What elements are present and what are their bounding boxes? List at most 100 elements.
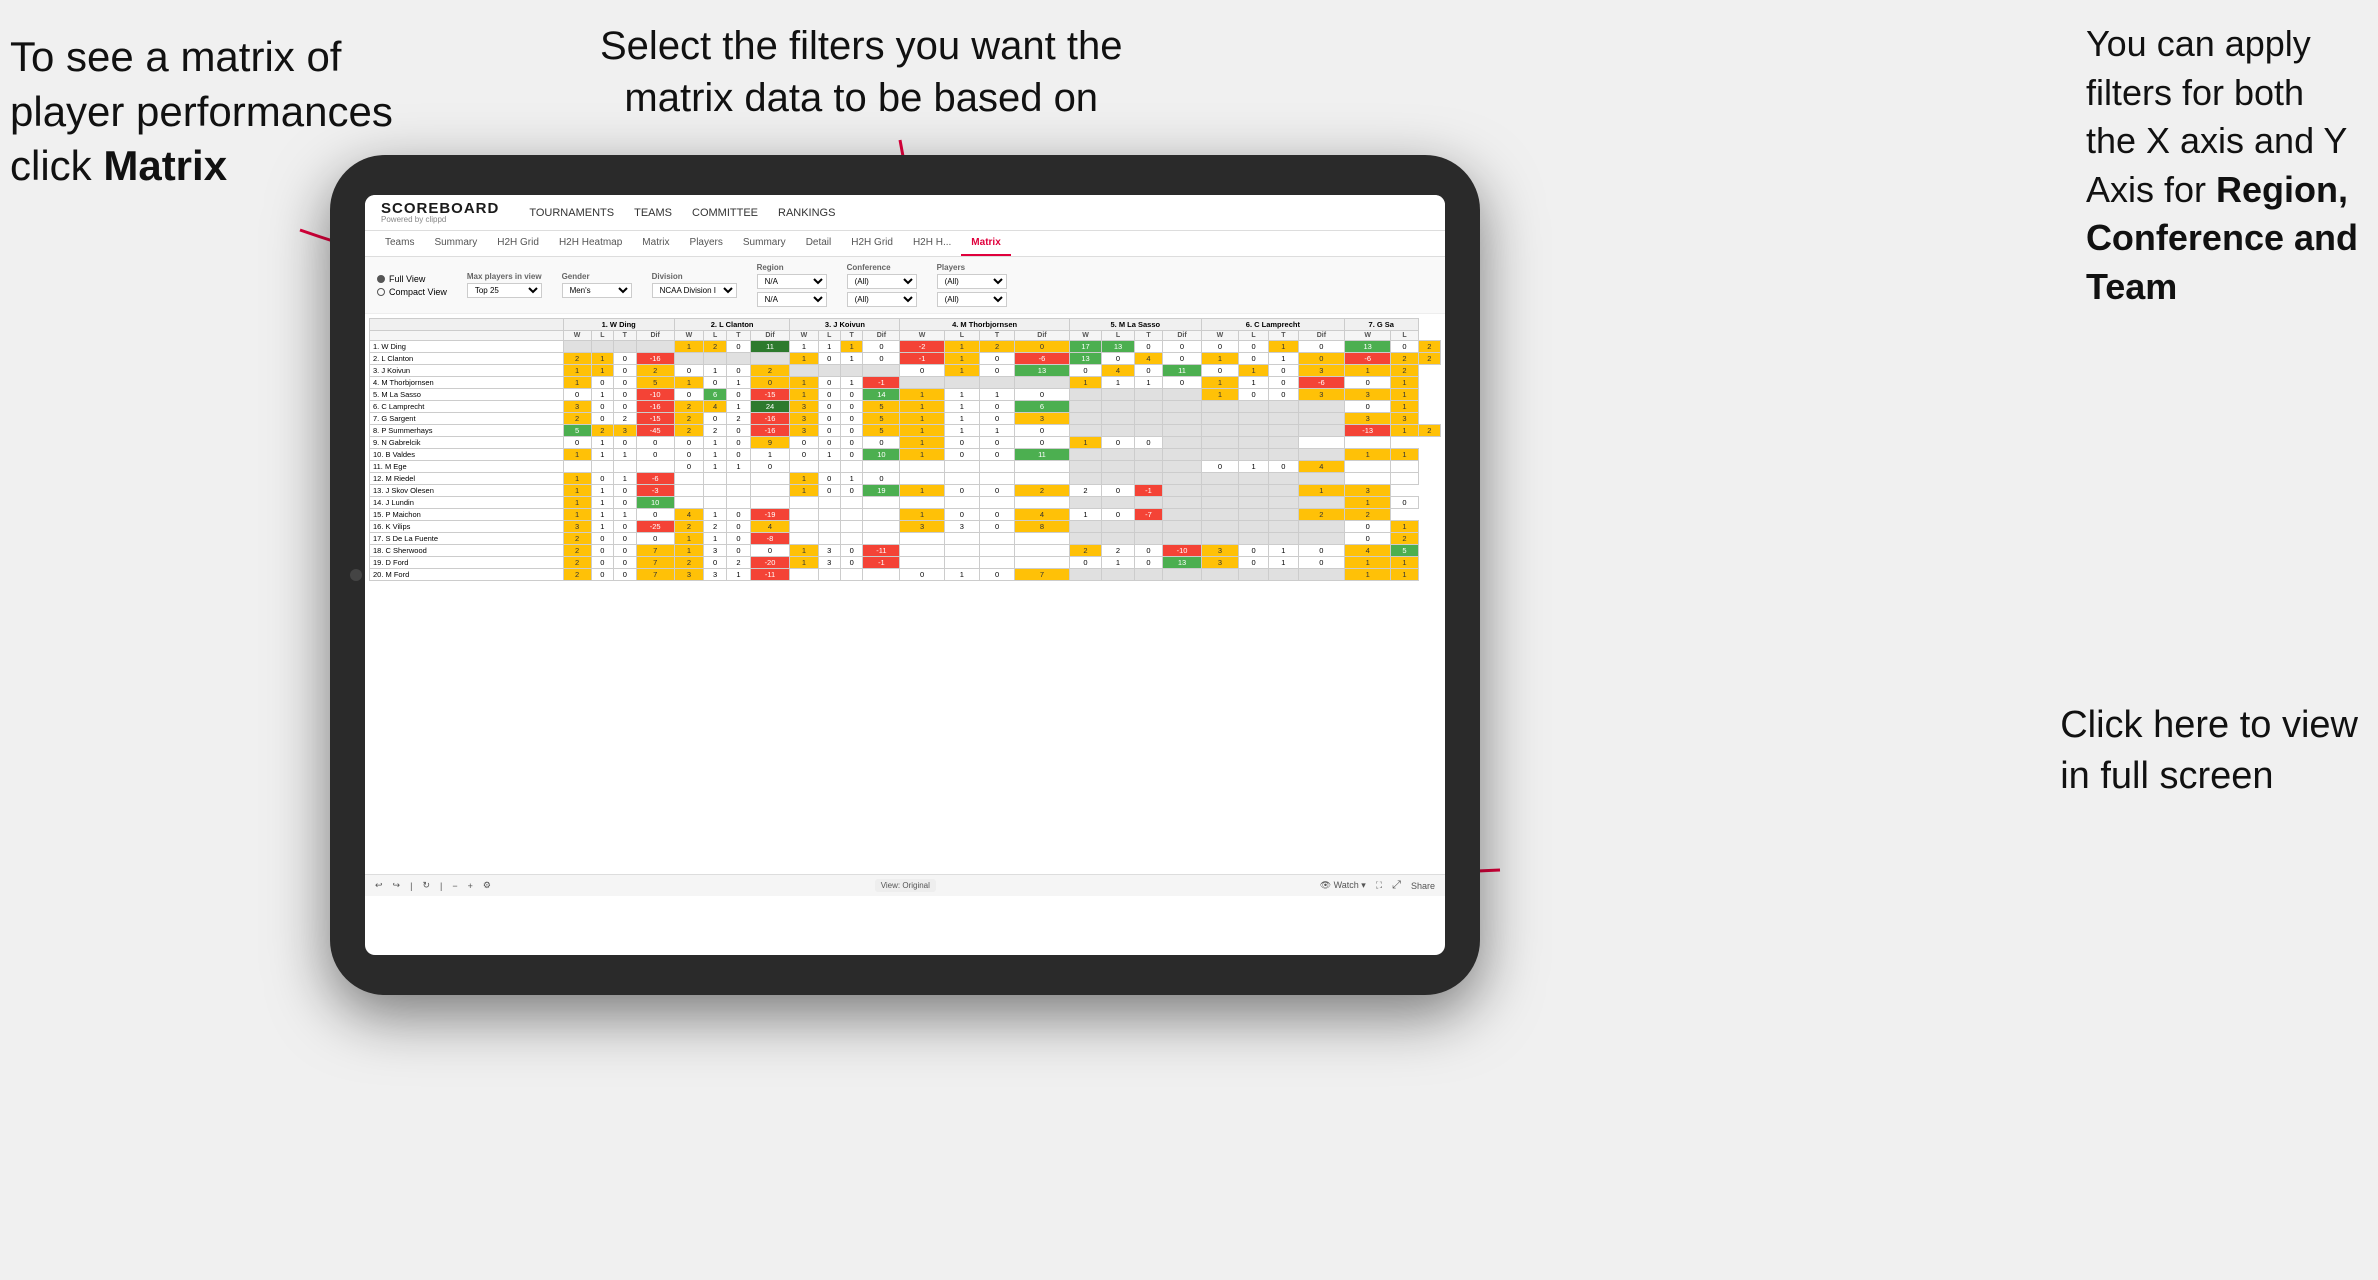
matrix-cell: -2 xyxy=(900,341,944,353)
conference-select2[interactable]: (All) xyxy=(847,292,917,307)
undo-icon[interactable]: ↩ xyxy=(375,880,383,891)
matrix-cell xyxy=(979,557,1014,569)
matrix-cell: 2 xyxy=(1069,545,1102,557)
zoom-in-icon[interactable]: + xyxy=(468,881,473,891)
matrix-cell: 3 xyxy=(674,569,703,581)
zoom-out-icon[interactable]: − xyxy=(452,881,457,891)
matrix-cell: 2 xyxy=(1418,425,1440,437)
matrix-cell: 4 xyxy=(674,509,703,521)
matrix-cell xyxy=(614,461,636,473)
matrix-cell: 6 xyxy=(703,389,726,401)
matrix-cell: 1 xyxy=(563,365,591,377)
gender-select[interactable]: Men's xyxy=(562,283,632,298)
matrix-cell xyxy=(1298,497,1344,509)
tab-h2h-grid2[interactable]: H2H Grid xyxy=(841,231,903,256)
matrix-cell: 1 xyxy=(591,389,613,401)
matrix-cell: 0 xyxy=(614,389,636,401)
conference-select1[interactable]: (All) xyxy=(847,274,917,289)
tab-h2h-grid[interactable]: H2H Grid xyxy=(487,231,549,256)
matrix-cell: 4 xyxy=(1134,353,1162,365)
player-name-cell: 19. D Ford xyxy=(370,557,564,569)
settings-icon[interactable]: ⚙ xyxy=(483,880,491,891)
matrix-cell: 5 xyxy=(1391,545,1418,557)
matrix-cell: -8 xyxy=(750,533,790,545)
nav-committee[interactable]: COMMITTEE xyxy=(692,207,758,219)
watch-button[interactable]: 👁 Watch ▾ xyxy=(1320,880,1366,891)
fullscreen-icon[interactable]: ⤢ xyxy=(1392,879,1401,892)
matrix-cell: 1 xyxy=(703,437,726,449)
matrix-cell xyxy=(1069,473,1102,485)
matrix-cell: 1 xyxy=(674,377,703,389)
tab-players[interactable]: Players xyxy=(680,231,733,256)
nav-rankings[interactable]: RANKINGS xyxy=(778,207,835,219)
region-select[interactable]: N/A xyxy=(757,274,827,289)
matrix-cell xyxy=(944,461,979,473)
matrix-cell: 0 xyxy=(818,473,840,485)
matrix-cell: 9 xyxy=(750,437,790,449)
matrix-cell: 2 xyxy=(703,425,726,437)
matrix-cell: 0 xyxy=(1163,353,1202,365)
full-view-option[interactable]: Full View xyxy=(377,274,447,284)
matrix-cell xyxy=(1298,437,1344,449)
compact-view-radio[interactable] xyxy=(377,288,385,296)
region-select2[interactable]: N/A xyxy=(757,292,827,307)
matrix-cell: 0 xyxy=(1268,389,1298,401)
matrix-cell: 1 xyxy=(703,365,726,377)
matrix-cell: 0 xyxy=(591,401,613,413)
matrix-cell xyxy=(1163,473,1202,485)
nav-teams[interactable]: TEAMS xyxy=(634,207,672,219)
matrix-cell: 0 xyxy=(840,437,862,449)
tab-summary2[interactable]: Summary xyxy=(733,231,796,256)
footer-left-icons: ↩ ↪ | ↻ | − + ⚙ xyxy=(375,880,491,891)
tab-summary[interactable]: Summary xyxy=(424,231,487,256)
tab-matrix-active[interactable]: Matrix xyxy=(961,231,1010,256)
sub-nav: Teams Summary H2H Grid H2H Heatmap Matri… xyxy=(365,231,1445,257)
matrix-cell: 2 xyxy=(703,341,726,353)
matrix-cell xyxy=(863,521,900,533)
division-select[interactable]: NCAA Division I xyxy=(652,283,737,298)
tab-h2h-h[interactable]: H2H H... xyxy=(903,231,961,256)
compact-view-option[interactable]: Compact View xyxy=(377,287,447,297)
tab-matrix-left[interactable]: Matrix xyxy=(632,231,679,256)
tab-detail[interactable]: Detail xyxy=(796,231,842,256)
redo-icon[interactable]: ↪ xyxy=(393,880,401,891)
matrix-cell: 1 xyxy=(900,401,944,413)
matrix-cell: 1 xyxy=(840,341,862,353)
matrix-cell xyxy=(1069,389,1102,401)
matrix-cell: 1 xyxy=(979,389,1014,401)
matrix-cell: 1 xyxy=(1268,341,1298,353)
matrix-cell: 0 xyxy=(614,377,636,389)
matrix-cell: 0 xyxy=(840,557,862,569)
refresh-icon[interactable]: ↻ xyxy=(422,880,430,891)
matrix-cell xyxy=(840,509,862,521)
matrix-cell: 7 xyxy=(636,545,674,557)
matrix-cell: 2 xyxy=(563,545,591,557)
matrix-cell: -16 xyxy=(750,413,790,425)
matrix-cell: 0 xyxy=(703,377,726,389)
matrix-cell xyxy=(1201,413,1238,425)
matrix-cell: 1 xyxy=(563,497,591,509)
matrix-cell xyxy=(818,365,840,377)
matrix-cell: 1 xyxy=(591,485,613,497)
matrix-cell: 0 xyxy=(614,365,636,377)
matrix-cell: 3 xyxy=(1201,557,1238,569)
players-select1[interactable]: (All) xyxy=(937,274,1007,289)
matrix-cell: 1 xyxy=(563,377,591,389)
full-view-radio[interactable] xyxy=(377,275,385,283)
matrix-cell: 0 xyxy=(900,569,944,581)
matrix-cell: 1 xyxy=(614,509,636,521)
matrix-cell: 1 xyxy=(1391,389,1418,401)
matrix-cell: 0 xyxy=(1268,377,1298,389)
matrix-cell: 0 xyxy=(840,449,862,461)
matrix-cell xyxy=(1069,521,1102,533)
tab-h2h-heatmap[interactable]: H2H Heatmap xyxy=(549,231,632,256)
matrix-cell: 0 xyxy=(674,449,703,461)
share-button[interactable]: Share xyxy=(1411,881,1435,891)
matrix-cell: 1 xyxy=(900,509,944,521)
tab-teams[interactable]: Teams xyxy=(375,231,424,256)
nav-tournaments[interactable]: TOURNAMENTS xyxy=(529,207,614,219)
players-select2[interactable]: (All) xyxy=(937,292,1007,307)
expand-icon[interactable]: ⛶ xyxy=(1376,880,1382,891)
max-players-select[interactable]: Top 25 xyxy=(467,283,542,298)
matrix-cell: 1 xyxy=(790,341,818,353)
